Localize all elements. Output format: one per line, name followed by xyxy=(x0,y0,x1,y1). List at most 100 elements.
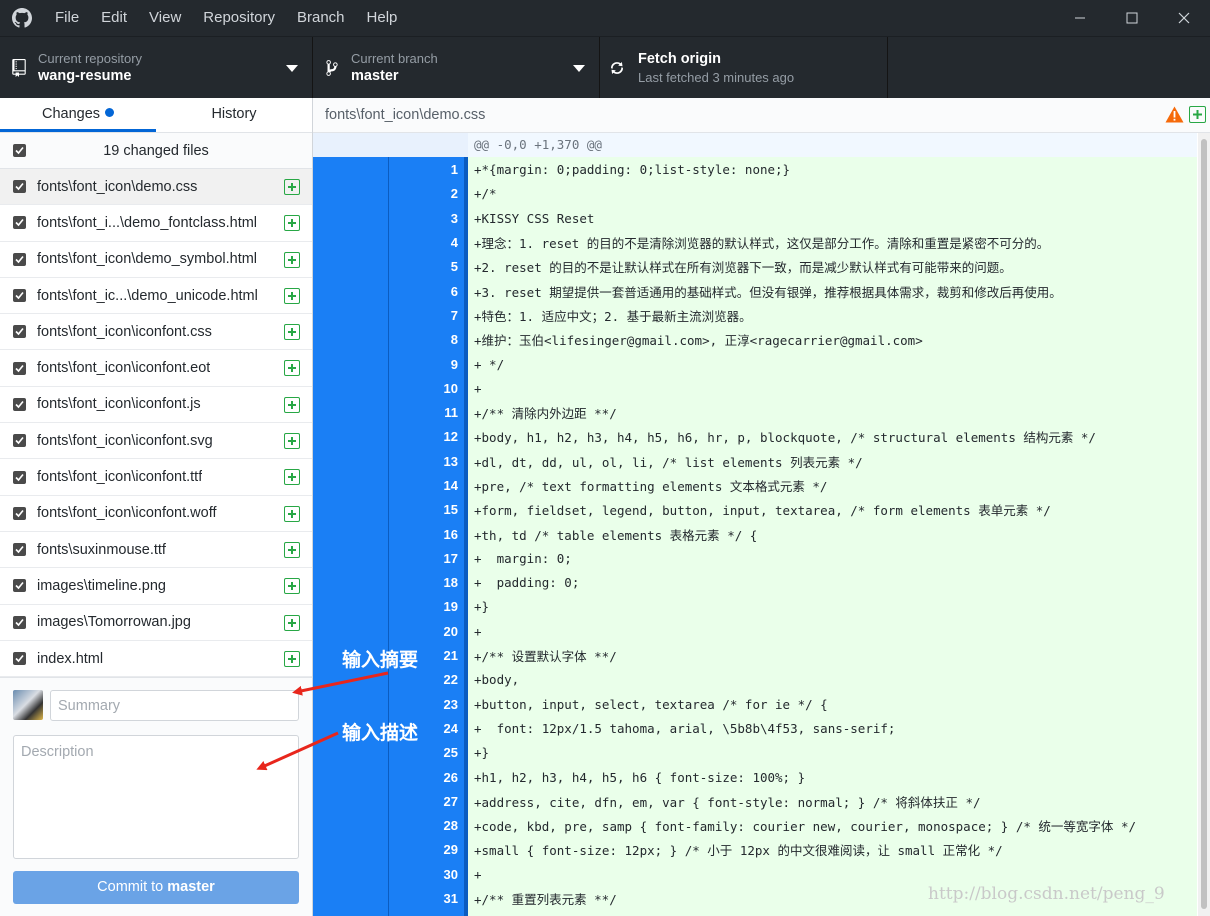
repo-icon xyxy=(0,59,38,77)
menu-file[interactable]: File xyxy=(44,0,90,36)
menu-help[interactable]: Help xyxy=(356,0,409,36)
line-number[interactable]: 3 xyxy=(389,211,458,226)
line-number[interactable]: 30 xyxy=(389,867,458,882)
file-row[interactable]: fonts\font_icon\demo.css xyxy=(0,169,312,206)
diff-line: 1 +*{margin: 0;padding: 0;list-style: non… xyxy=(313,158,1197,182)
minimize-icon[interactable] xyxy=(1054,0,1106,36)
menu-view[interactable]: View xyxy=(138,0,192,36)
line-code: +KISSY CSS Reset xyxy=(474,210,595,226)
file-checkbox[interactable] xyxy=(13,434,26,448)
line-code: +特色：1. 适应中文；2. 基于最新主流浏览器。 xyxy=(474,308,752,324)
commit-button-branch: master xyxy=(167,879,215,895)
file-checkbox[interactable] xyxy=(13,397,26,411)
line-number[interactable]: 8 xyxy=(389,332,458,347)
line-number[interactable]: 6 xyxy=(389,284,458,299)
commit-button[interactable]: Commit to master xyxy=(13,871,299,904)
file-path: fonts\font_icon\iconfont.ttf xyxy=(37,469,203,486)
description-input[interactable] xyxy=(13,735,299,859)
file-row[interactable]: fonts\font_icon\iconfont.woff xyxy=(0,496,312,532)
file-row[interactable]: fonts\font_ic...\demo_unicode.html xyxy=(0,278,312,315)
summary-input[interactable] xyxy=(50,690,299,721)
fetch-title: Fetch origin xyxy=(638,51,721,67)
file-checkbox[interactable] xyxy=(13,361,26,375)
file-checkbox[interactable] xyxy=(13,506,26,520)
file-checkbox[interactable] xyxy=(13,543,26,557)
file-row[interactable]: fonts\suxinmouse.ttf xyxy=(0,532,312,569)
file-path: index.html xyxy=(37,650,104,667)
line-number[interactable]: 23 xyxy=(389,697,458,712)
line-number[interactable]: 7 xyxy=(389,308,458,323)
menu-repository[interactable]: Repository xyxy=(192,0,286,36)
line-number[interactable]: 17 xyxy=(389,551,458,566)
select-all-checkbox[interactable] xyxy=(13,144,26,157)
file-checkbox[interactable] xyxy=(13,252,26,266)
close-icon[interactable] xyxy=(1158,0,1210,36)
file-path: fonts\font_ic...\demo_unicode.html xyxy=(37,287,258,304)
file-row[interactable]: fonts\font_icon\iconfont.eot xyxy=(0,350,312,387)
line-number[interactable]: 9 xyxy=(389,357,458,372)
diff-line: 28 +code, kbd, pre, samp { font-family: c… xyxy=(313,814,1197,838)
line-number[interactable]: 14 xyxy=(389,478,458,493)
file-checkbox[interactable] xyxy=(13,180,26,194)
file-checkbox[interactable] xyxy=(13,615,26,629)
line-number[interactable]: 19 xyxy=(389,599,458,614)
line-code: + xyxy=(474,866,482,882)
file-checkbox[interactable] xyxy=(13,652,26,665)
description-annotation: 输入描述 xyxy=(342,722,419,744)
maximize-icon[interactable] xyxy=(1106,0,1158,36)
file-checkbox[interactable] xyxy=(13,579,26,593)
tab-history[interactable]: History xyxy=(156,98,312,132)
file-added-icon xyxy=(284,215,300,232)
line-number[interactable]: 11 xyxy=(389,405,458,420)
line-number[interactable]: 29 xyxy=(389,842,458,857)
line-number[interactable]: 18 xyxy=(389,575,458,590)
file-added-icon xyxy=(284,578,300,595)
file-row[interactable]: fonts\font_i...\demo_fontclass.html xyxy=(0,205,312,242)
line-code: +button, input, select, textarea /* for … xyxy=(474,696,828,712)
scrollbar-thumb[interactable] xyxy=(1201,139,1207,909)
line-number[interactable]: 31 xyxy=(389,891,458,906)
tab-changes[interactable]: Changes xyxy=(0,98,156,132)
current-repository-dropdown[interactable]: Current repository wang-resume xyxy=(0,37,313,99)
file-row[interactable]: fonts\font_icon\iconfont.svg xyxy=(0,423,312,460)
line-number[interactable]: 10 xyxy=(389,381,458,396)
file-checkbox[interactable] xyxy=(13,325,26,339)
line-number[interactable]: 2 xyxy=(389,186,458,201)
warning-icon xyxy=(1165,106,1184,126)
file-row[interactable]: fonts\font_icon\iconfont.css xyxy=(0,314,312,351)
file-row[interactable]: images\Tomorrowan.jpg xyxy=(0,605,312,641)
line-number[interactable]: 20 xyxy=(389,624,458,639)
chevron-down-icon xyxy=(286,65,298,72)
line-number[interactable]: 26 xyxy=(389,770,458,785)
diff-scrollbar[interactable] xyxy=(1198,133,1210,916)
file-row[interactable]: fonts\font_icon\demo_symbol.html xyxy=(0,242,312,278)
file-row[interactable]: index.html xyxy=(0,641,312,678)
line-number[interactable]: 12 xyxy=(389,429,458,444)
toolbar: Current repository wang-resume Current b… xyxy=(0,36,1210,99)
line-number[interactable]: 4 xyxy=(389,235,458,250)
file-checkbox[interactable] xyxy=(13,289,26,303)
file-row[interactable]: images\timeline.png xyxy=(0,568,312,605)
file-checkbox[interactable] xyxy=(13,216,26,230)
file-checkbox[interactable] xyxy=(13,470,26,484)
menu-edit[interactable]: Edit xyxy=(90,0,138,36)
file-added-icon xyxy=(284,360,300,377)
current-branch-dropdown[interactable]: Current branch master xyxy=(313,37,600,99)
line-number[interactable]: 16 xyxy=(389,527,458,542)
line-code: +*{margin: 0;padding: 0;list-style: none… xyxy=(474,162,791,178)
line-number[interactable]: 1 xyxy=(389,162,458,177)
menu-branch[interactable]: Branch xyxy=(286,0,356,36)
line-number[interactable]: 25 xyxy=(389,745,458,760)
line-number[interactable]: 28 xyxy=(389,818,458,833)
fetch-origin-button[interactable]: Fetch origin Last fetched 3 minutes ago xyxy=(600,37,888,99)
line-number[interactable]: 13 xyxy=(389,454,458,469)
line-number[interactable]: 15 xyxy=(389,502,458,517)
line-code: +h1, h2, h3, h4, h5, h6 { font-size: 100… xyxy=(474,769,806,785)
file-row[interactable]: fonts\font_icon\iconfont.js xyxy=(0,387,312,424)
file-path: fonts\font_icon\iconfont.eot xyxy=(37,360,211,377)
window-controls xyxy=(1054,0,1210,36)
line-number[interactable]: 22 xyxy=(389,672,458,687)
file-row[interactable]: fonts\font_icon\iconfont.ttf xyxy=(0,459,312,496)
line-number[interactable]: 5 xyxy=(389,259,458,274)
line-number[interactable]: 27 xyxy=(389,794,458,809)
